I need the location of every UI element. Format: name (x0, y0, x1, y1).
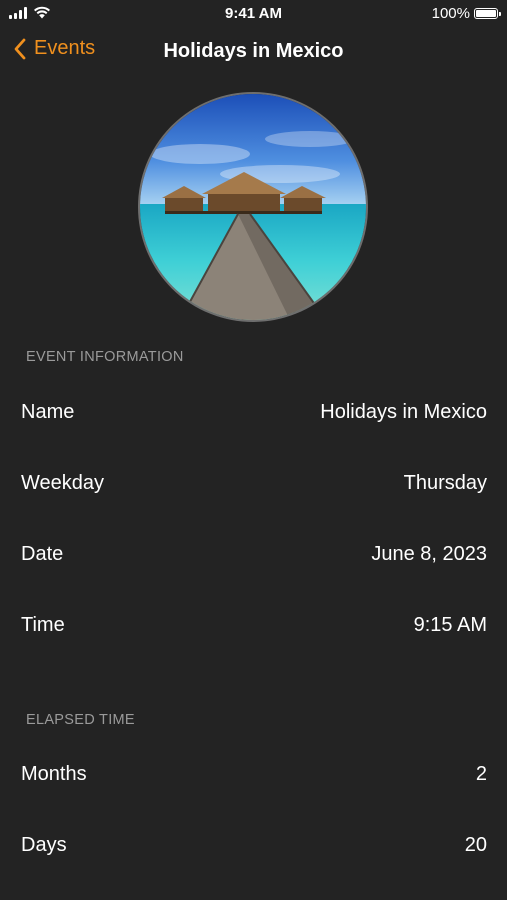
section-header-elapsed-time: ELAPSED TIME (26, 712, 135, 728)
event-photo-image (140, 94, 366, 320)
row-value: 2 (475, 762, 487, 785)
battery-icon (474, 8, 501, 19)
status-bar: 9:41 AM 100% (0, 0, 507, 28)
navigation-bar: Events Holidays in Mexico (0, 30, 507, 74)
row-value: Holidays in Mexico (320, 400, 487, 423)
event-photo[interactable] (138, 92, 368, 322)
row-value: 9:15 AM (413, 613, 487, 636)
row-months: Months 2 (21, 754, 487, 794)
row-weekday: Weekday Thursday (21, 463, 487, 503)
row-label: Months (21, 762, 87, 785)
row-date: Date June 8, 2023 (21, 534, 487, 574)
row-label: Name (21, 400, 75, 423)
row-value: June 8, 2023 (371, 542, 487, 565)
row-days: Days 20 (21, 825, 487, 865)
page-title: Holidays in Mexico (163, 40, 344, 62)
row-name: Name Holidays in Mexico (21, 392, 487, 432)
row-label: Days (21, 833, 67, 856)
battery-percent: 100% (431, 5, 470, 22)
event-detail-screen: 9:41 AM 100% Events Holidays in Mexico E… (0, 0, 507, 900)
section-header-event-information: EVENT INFORMATION (26, 349, 184, 365)
row-time: Time 9:15 AM (21, 605, 487, 645)
row-value: Thursday (403, 471, 487, 494)
row-value: 20 (464, 833, 487, 856)
battery-fill (476, 10, 496, 17)
row-label: Date (21, 542, 64, 565)
status-right: 100% (431, 5, 501, 22)
row-label: Weekday (21, 471, 105, 494)
row-label: Time (21, 613, 65, 636)
